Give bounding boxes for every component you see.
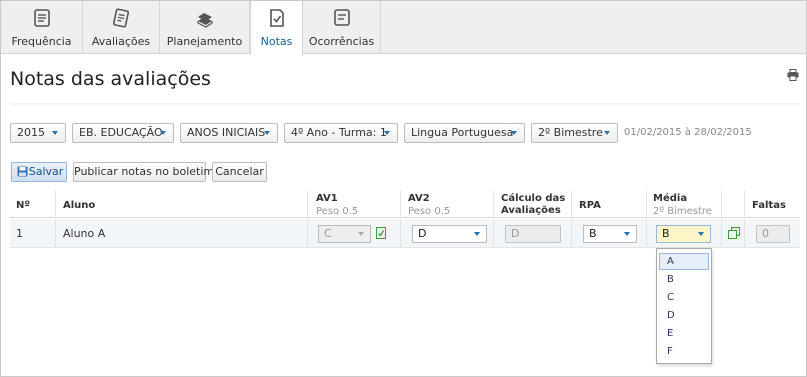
tab-label: Avaliações <box>91 35 151 48</box>
col-av1-weight: Peso 0.5 <box>316 206 359 217</box>
col-num-header: Nº <box>16 200 31 211</box>
dropdown-option[interactable]: D <box>659 307 709 324</box>
tab-notas[interactable]: Notas <box>250 1 303 55</box>
tab-ocorrencias[interactable]: Ocorrências <box>303 1 381 54</box>
tab-avaliacoes[interactable]: Avaliações <box>83 1 160 54</box>
av2-value: D <box>418 227 427 240</box>
chevron-down-icon <box>160 131 166 135</box>
col-student-header: Aluno <box>63 200 96 211</box>
dropdown-option[interactable]: B <box>659 271 709 288</box>
col-media-header: Média <box>653 193 688 204</box>
col-faltas-header: Faltas <box>752 200 786 211</box>
col-separator <box>400 191 401 218</box>
dropdown-option[interactable]: F <box>659 343 709 360</box>
chevron-down-icon <box>264 131 270 135</box>
page-title: Notas das avaliações <box>10 68 211 90</box>
dropdown-option[interactable]: C <box>659 289 709 306</box>
chevron-down-icon <box>52 131 58 135</box>
year-select[interactable]: 2015 <box>10 123 66 143</box>
col-av2-weight: Peso 0.5 <box>408 206 451 217</box>
col-separator <box>744 219 745 248</box>
edit-grade-icon[interactable] <box>376 227 386 239</box>
dropdown-option[interactable]: A <box>659 253 709 270</box>
col-av1-header: AV1 <box>316 193 338 204</box>
term-select[interactable]: 2º Bimestre <box>531 123 618 143</box>
chevron-down-icon <box>358 232 364 236</box>
chevron-down-icon <box>474 232 480 236</box>
class-select[interactable]: 4º Ano - Turma: 1 <box>284 123 398 143</box>
subject-value: Lingua Portuguesa <box>411 126 514 139</box>
segment-select[interactable]: EB. EDUCAÇÃO <box>72 123 174 143</box>
av2-select[interactable]: D <box>412 225 487 243</box>
dropdown-option[interactable]: E <box>659 325 709 342</box>
year-value: 2015 <box>17 126 45 139</box>
col-separator <box>744 191 745 218</box>
col-separator <box>307 219 308 248</box>
chevron-down-icon <box>511 131 517 135</box>
row-student: Aluno A <box>63 227 106 240</box>
cancel-button[interactable]: Cancelar <box>212 162 267 182</box>
col-rpa-header: RPA <box>579 200 601 211</box>
faltas-field[interactable]: 0 <box>756 225 790 243</box>
av1-value: C <box>324 227 332 240</box>
chevron-down-icon <box>384 131 390 135</box>
col-separator <box>400 219 401 248</box>
tab-label: Ocorrências <box>308 35 375 48</box>
chevron-down-icon <box>698 232 704 236</box>
floppy-disk-icon <box>17 166 28 177</box>
tab-planejamento[interactable]: Planejamento <box>160 1 250 54</box>
chevron-down-icon <box>624 232 630 236</box>
notepad-icon <box>112 8 130 28</box>
rpa-value: B <box>589 227 597 240</box>
col-calc-header-2: Avaliações <box>501 205 561 216</box>
media-select[interactable]: B <box>656 225 711 243</box>
occurrence-note-icon <box>333 9 350 26</box>
tab-label: Notas <box>260 35 293 48</box>
copy-icon[interactable] <box>728 227 740 239</box>
table-header: Nº Aluno AV1 Peso 0.5 AV2 Peso 0.5 Cálcu… <box>10 191 800 218</box>
col-calc-header-1: Cálculo das <box>501 193 566 204</box>
tab-label: Frequência <box>11 35 72 48</box>
table-row: 1 Aluno A C D D B B 0 <box>10 219 800 248</box>
rpa-select[interactable]: B <box>583 225 637 243</box>
class-value: 4º Ano - Turma: 1 <box>291 126 387 139</box>
level-select[interactable]: ANOS INICIAIS <box>180 123 278 143</box>
tab-label: Planejamento <box>166 35 243 48</box>
tab-frequencia[interactable]: Frequência <box>1 1 83 54</box>
divider <box>10 103 800 107</box>
col-media-sub: 2º Bimestre <box>653 206 712 217</box>
col-separator <box>571 219 572 248</box>
term-value: 2º Bimestre <box>538 126 603 139</box>
segment-value: EB. EDUCAÇÃO <box>79 126 163 139</box>
publish-button[interactable]: Publicar notas no boletim <box>73 162 214 182</box>
col-separator <box>721 191 722 218</box>
subject-select[interactable]: Lingua Portuguesa <box>404 123 525 143</box>
col-separator <box>646 219 647 248</box>
col-separator <box>55 191 56 218</box>
grades-check-icon <box>269 9 284 27</box>
chevron-down-icon <box>604 131 610 135</box>
col-separator <box>493 191 494 218</box>
save-button[interactable]: Salvar <box>11 162 67 182</box>
av1-select: C <box>318 225 371 243</box>
calc-field: D <box>505 225 561 243</box>
col-separator <box>493 219 494 248</box>
col-separator <box>646 191 647 218</box>
col-separator <box>571 191 572 218</box>
printer-icon[interactable] <box>787 69 799 81</box>
col-separator <box>307 191 308 218</box>
row-num: 1 <box>16 227 23 240</box>
media-dropdown-list: A B C D E F <box>656 248 712 364</box>
date-range: 01/02/2015 à 28/02/2015 <box>624 127 752 138</box>
media-value: B <box>662 227 670 240</box>
top-nav: Frequência Avaliações Planejamento Notas <box>1 1 806 55</box>
col-separator <box>721 219 722 248</box>
books-icon <box>196 13 213 28</box>
attendance-icon <box>33 9 50 27</box>
level-value: ANOS INICIAIS <box>187 126 266 139</box>
col-av2-header: AV2 <box>408 193 430 204</box>
col-separator <box>55 219 56 248</box>
